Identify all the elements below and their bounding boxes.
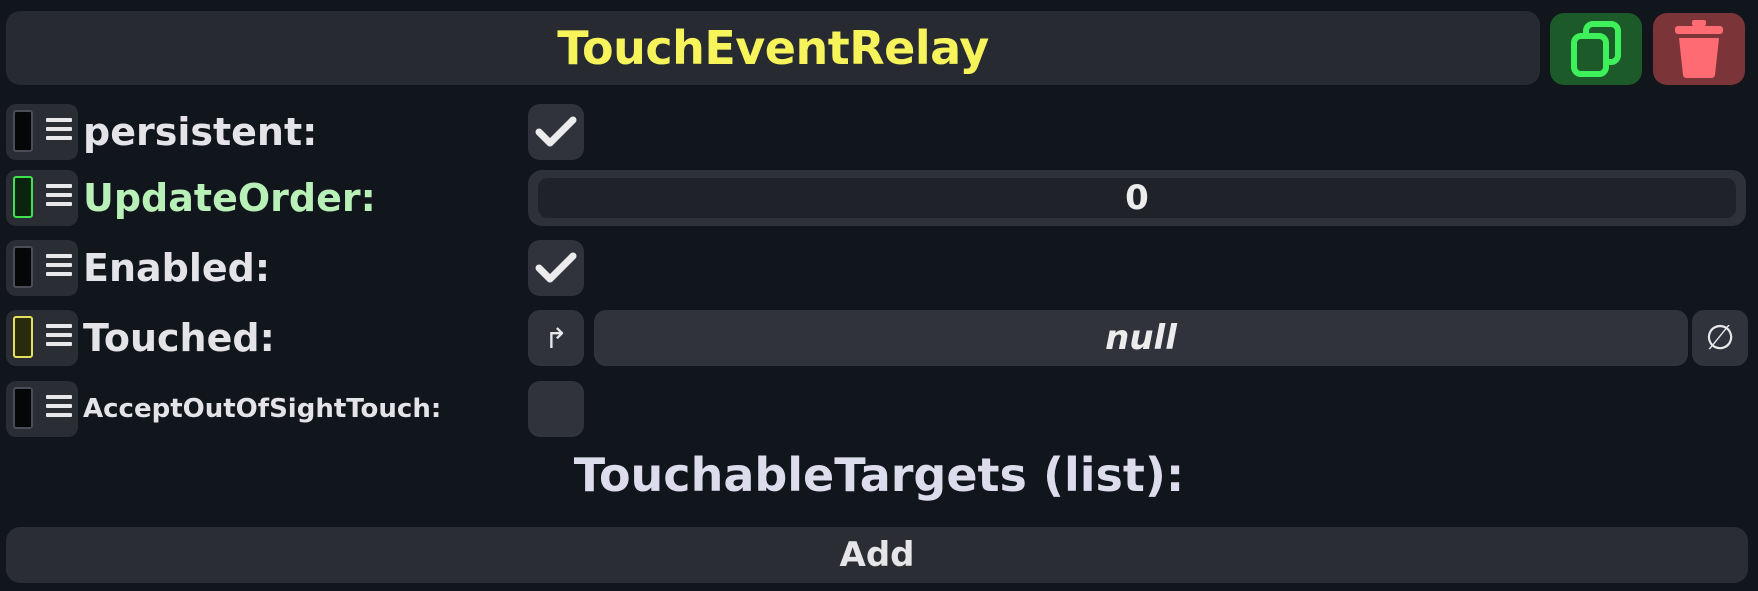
list-title: TouchableTargets (list): (573, 448, 1185, 502)
check-icon (535, 252, 577, 283)
drag-handle-icon[interactable] (46, 395, 72, 422)
pick-arrow-icon: ↱ (544, 321, 568, 355)
accept-out-of-sight-label: AcceptOutOfSightTouch: (83, 394, 442, 424)
accept-out-of-sight-toggle[interactable] (13, 387, 33, 429)
accept-out-of-sight-handle[interactable] (6, 381, 78, 437)
add-button[interactable]: Add (6, 527, 1748, 583)
component-title: TouchEventRelay (557, 21, 989, 75)
enabled-toggle[interactable] (13, 246, 33, 288)
update-order-toggle[interactable] (13, 176, 33, 218)
update-order-label: UpdateOrder: (83, 176, 376, 220)
drag-handle-icon[interactable] (46, 184, 72, 211)
pick-reference-button[interactable]: ↱ (528, 310, 584, 366)
update-order-field[interactable]: 0 (528, 170, 1746, 226)
touched-label: Touched: (83, 316, 275, 360)
touched-toggle[interactable] (13, 316, 33, 358)
trash-icon (1675, 20, 1723, 78)
update-order-input[interactable]: 0 (538, 178, 1736, 218)
persistent-checkbox[interactable] (528, 104, 584, 160)
persistent-handle[interactable] (6, 104, 78, 160)
duplicate-icon (1571, 21, 1621, 77)
delete-button[interactable] (1653, 13, 1745, 85)
check-icon (535, 116, 577, 147)
persistent-label: persistent: (83, 110, 318, 154)
drag-handle-icon[interactable] (46, 324, 72, 351)
duplicate-button[interactable] (1550, 13, 1642, 85)
persistent-toggle[interactable] (13, 110, 33, 152)
enabled-label: Enabled: (83, 246, 271, 290)
drag-handle-icon[interactable] (46, 254, 72, 281)
drag-handle-icon[interactable] (46, 118, 72, 145)
touched-handle[interactable] (6, 310, 78, 366)
clear-reference-button[interactable]: ∅ (1692, 310, 1748, 366)
enabled-checkbox[interactable] (528, 240, 584, 296)
null-icon: ∅ (1705, 318, 1735, 358)
touched-reference-field[interactable]: null (594, 310, 1688, 366)
update-order-handle[interactable] (6, 170, 78, 226)
enabled-handle[interactable] (6, 240, 78, 296)
component-header: TouchEventRelay (6, 11, 1540, 85)
accept-out-of-sight-checkbox[interactable] (528, 381, 584, 437)
